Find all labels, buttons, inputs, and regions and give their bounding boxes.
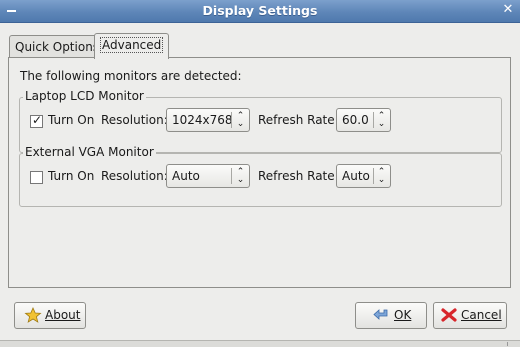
tab-quick-options-label: Quick Options bbox=[15, 40, 100, 54]
vga-monitor-frame: External VGA Monitor Turn On Resolution:… bbox=[19, 145, 502, 207]
up-down-arrow-icon: ⌃ ⌄ bbox=[236, 111, 245, 129]
cancel-x-icon bbox=[441, 308, 457, 322]
vga-resolution-select[interactable]: Auto ⌃ ⌄ bbox=[166, 164, 250, 188]
laptop-refresh-select[interactable]: 60.0 ⌃ ⌄ bbox=[336, 108, 391, 132]
intro-text: The following monitors are detected: bbox=[20, 69, 242, 83]
laptop-resolution-select[interactable]: 1024x768 ⌃ ⌄ bbox=[166, 108, 250, 132]
title-bar[interactable]: Display Settings ✕ bbox=[0, 0, 520, 23]
laptop-refresh-label: Refresh Rate: bbox=[258, 113, 339, 127]
vga-monitor-title: External VGA Monitor bbox=[23, 145, 156, 159]
ok-button[interactable]: OK bbox=[355, 302, 427, 329]
cancel-button-label: Cancel bbox=[461, 308, 502, 322]
advanced-panel: The following monitors are detected: Lap… bbox=[8, 57, 511, 288]
close-icon[interactable]: ✕ bbox=[501, 3, 515, 17]
vga-refresh-label: Refresh Rate: bbox=[258, 169, 339, 183]
laptop-resolution-label: Resolution: bbox=[101, 113, 168, 127]
laptop-resolution-value: 1024x768 bbox=[172, 113, 233, 127]
laptop-refresh-value: 60.0 bbox=[342, 113, 369, 127]
display-settings-window: Display Settings ✕ Quick Options Advance… bbox=[0, 0, 520, 347]
about-button[interactable]: About bbox=[14, 302, 86, 329]
vga-resolution-value: Auto bbox=[172, 169, 200, 183]
up-down-arrow-icon: ⌃ ⌄ bbox=[236, 167, 245, 185]
checkmark-icon: ✓ bbox=[32, 113, 43, 127]
vga-refresh-select[interactable]: Auto ⌃ ⌄ bbox=[336, 164, 391, 188]
up-down-arrow-icon: ⌃ ⌄ bbox=[377, 111, 386, 129]
tab-quick-options[interactable]: Quick Options bbox=[9, 35, 106, 58]
about-button-label: About bbox=[45, 308, 81, 322]
vga-refresh-value: Auto bbox=[342, 169, 370, 183]
up-down-arrow-icon: ⌃ ⌄ bbox=[377, 167, 386, 185]
tab-advanced[interactable]: Advanced bbox=[94, 33, 170, 59]
vga-turn-on-label: Turn On bbox=[48, 169, 95, 183]
ok-button-label: OK bbox=[394, 308, 412, 322]
back-arrow-icon bbox=[373, 309, 388, 320]
laptop-monitor-title: Laptop LCD Monitor bbox=[23, 89, 146, 103]
vga-resolution-label: Resolution: bbox=[101, 169, 168, 183]
tab-advanced-label: Advanced bbox=[100, 37, 164, 53]
laptop-turn-on-label: Turn On bbox=[48, 113, 95, 127]
star-icon bbox=[24, 307, 42, 323]
resize-grip[interactable] bbox=[507, 342, 516, 346]
laptop-turn-on-checkbox[interactable]: ✓ bbox=[30, 113, 43, 128]
vga-turn-on-checkbox[interactable] bbox=[30, 171, 43, 184]
cancel-button[interactable]: Cancel bbox=[433, 302, 507, 329]
window-title: Display Settings bbox=[202, 3, 318, 18]
